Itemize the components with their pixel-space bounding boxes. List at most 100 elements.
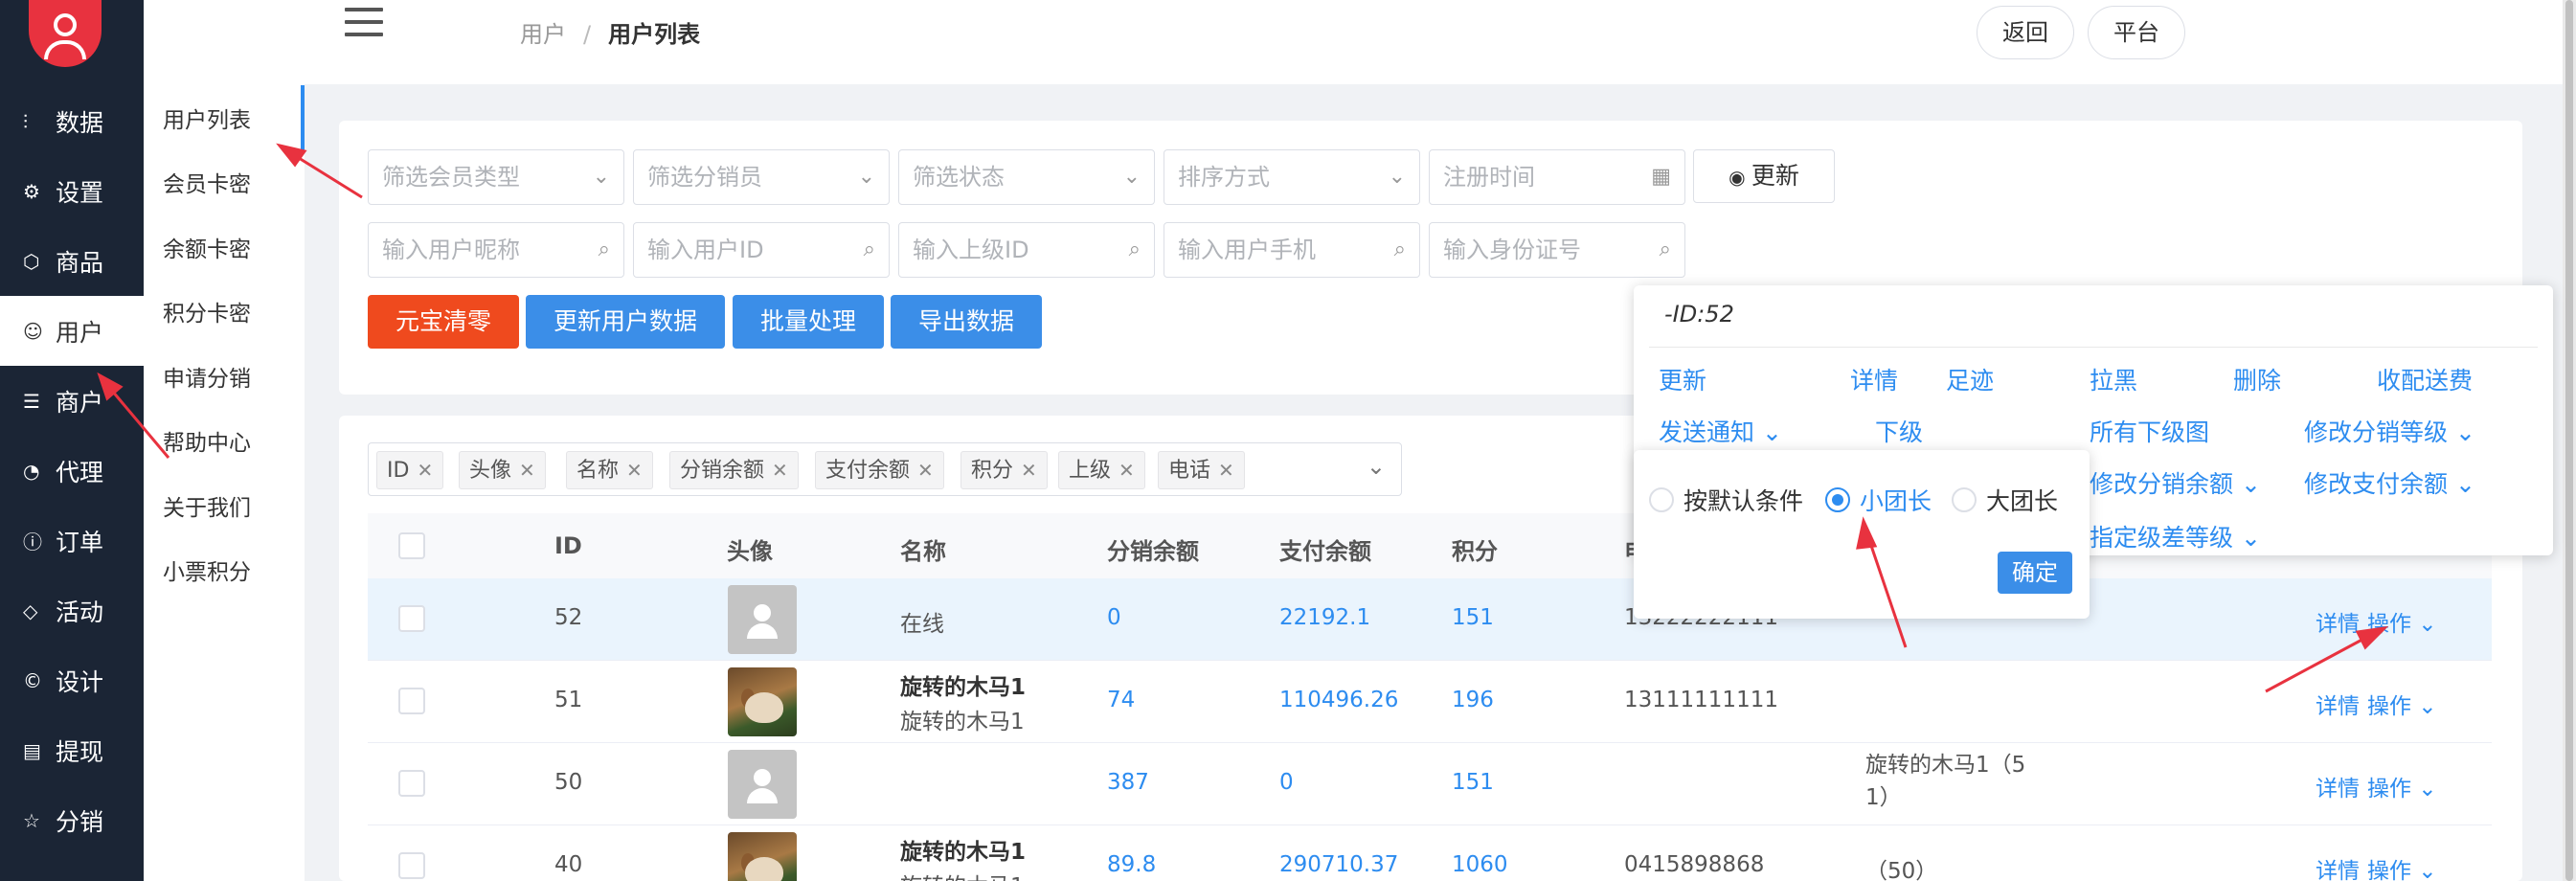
update-users-button[interactable]: 更新用户数据 [526, 295, 725, 349]
back-button[interactable]: 返回 [1977, 6, 2074, 59]
op-subordinate[interactable]: 下级 [1875, 414, 1923, 448]
subnav-balance-card[interactable]: 余额卡密 [144, 215, 305, 280]
menu-toggle-icon[interactable] [345, 8, 383, 36]
export-data-button[interactable]: 导出数据 [891, 295, 1042, 349]
breadcrumb-current: 用户列表 [608, 21, 701, 48]
cell-id: 52 [554, 605, 583, 630]
distributor-select[interactable]: 筛选分销员 ⌄ [633, 149, 890, 205]
cell-dist-balance[interactable]: 0 [1107, 605, 1121, 630]
cell-points[interactable]: 1060 [1452, 852, 1508, 877]
cell-pay-balance[interactable]: 110496.26 [1279, 688, 1398, 712]
sidebar-item-withdraw[interactable]: ▤ 提现 [0, 715, 144, 785]
column-tag[interactable]: 头像 ✕ [459, 451, 546, 489]
op-detail[interactable]: 详情 [1850, 362, 1898, 396]
op-all-sub-chart[interactable]: 所有下级图 [2090, 414, 2209, 448]
table-row[interactable]: 51 旋转的木马1 旋转的木马1 74 110496.26 196 131111… [368, 661, 2492, 743]
op-footprint[interactable]: 足迹 [1946, 362, 1994, 396]
row-checkbox[interactable] [398, 605, 425, 632]
column-tag[interactable]: 名称 ✕ [566, 451, 653, 489]
user-logo-icon[interactable] [29, 0, 102, 67]
sidebar-item-orders[interactable]: ⓘ 订单 [0, 506, 144, 576]
row-checkbox[interactable] [398, 852, 425, 879]
batch-process-button[interactable]: 批量处理 [733, 295, 884, 349]
cell-dist-balance[interactable]: 89.8 [1107, 852, 1156, 877]
sidebar-item-design[interactable]: © 设计 [0, 645, 144, 715]
row-operate-dropdown[interactable]: 操作 ⌄ [2367, 852, 2437, 881]
select-all-checkbox[interactable] [398, 532, 425, 559]
op-level-diff[interactable]: 指定级差等级 ⌄ [2090, 519, 2261, 553]
status-select[interactable]: 筛选状态 ⌄ [898, 149, 1155, 205]
op-update[interactable]: 更新 [1659, 362, 1706, 396]
cell-dist-balance[interactable]: 74 [1107, 688, 1135, 712]
sidebar-item-settings[interactable]: ⚙ 设置 [0, 156, 144, 226]
cell-points[interactable]: 196 [1452, 688, 1494, 712]
sort-select[interactable]: 排序方式 ⌄ [1164, 149, 1420, 205]
row-checkbox[interactable] [398, 688, 425, 714]
search-icon: ⌕ [598, 237, 610, 261]
row-operate-dropdown[interactable]: 操作 ⌄ [2367, 688, 2437, 720]
subnav-user-list[interactable]: 用户列表 [144, 85, 305, 150]
column-tag[interactable]: 电话 ✕ [1158, 451, 1245, 489]
cell-parent: （50） [1865, 859, 1938, 881]
idcard-input[interactable]: ⌕ [1429, 222, 1685, 278]
row-detail-link[interactable]: 详情 [2316, 770, 2360, 802]
subnav-receipt-points[interactable]: 小票积分 [144, 538, 305, 603]
row-detail-link[interactable]: 详情 [2316, 852, 2360, 881]
op-blacklist[interactable]: 拉黑 [2090, 362, 2137, 396]
sidebar-item-merchants[interactable]: ☰ 商户 [0, 366, 144, 436]
confirm-button[interactable]: 确定 [1998, 552, 2072, 594]
nickname-input[interactable]: ⌕ [368, 222, 624, 278]
sidebar-item-data[interactable]: ⫶ 数据 [0, 86, 144, 156]
table-row[interactable]: 52 在线 0 22192.1 151 13222222111 详情 操作 ⌄ [368, 578, 2492, 661]
radio-default-condition[interactable]: 按默认条件 [1649, 483, 1803, 517]
register-time-picker[interactable]: 注册时间 ▦ [1429, 149, 1685, 205]
column-tag[interactable]: 支付余额 ✕ [815, 451, 944, 489]
user-id-input[interactable]: ⌕ [633, 222, 890, 278]
cell-points[interactable]: 151 [1452, 605, 1494, 630]
chevron-down-icon[interactable]: ⌄ [1367, 453, 1386, 480]
cell-pay-balance[interactable]: 22192.1 [1279, 605, 1370, 630]
breadcrumb-parent[interactable]: 用户 [520, 21, 566, 48]
subnav-apply-distribution[interactable]: 申请分销 [144, 344, 305, 409]
phone-input[interactable]: ⌕ [1164, 222, 1420, 278]
sidebar-item-products[interactable]: ⬡ 商品 [0, 226, 144, 296]
row-operate-dropdown[interactable]: 操作 ⌄ [2367, 770, 2437, 802]
subnav-points-card[interactable]: 积分卡密 [144, 280, 305, 345]
platform-button[interactable]: 平台 [2088, 6, 2185, 59]
column-tag[interactable]: ID ✕ [376, 451, 444, 489]
column-tag[interactable]: 上级 ✕ [1058, 451, 1145, 489]
page-scrollbar[interactable] [2563, 0, 2576, 881]
sidebar-item-activities[interactable]: ◇ 活动 [0, 576, 144, 645]
radio-big-leader[interactable]: 大团长 [1952, 483, 2058, 517]
op-delivery-fee[interactable]: 收配送费 [2377, 362, 2473, 396]
sidebar-item-distribution[interactable]: ☆ 分销 [0, 785, 144, 855]
row-checkbox[interactable] [398, 770, 425, 797]
sidebar-item-users[interactable]: ☺ 用户 [0, 296, 144, 366]
row-detail-link[interactable]: 详情 [2316, 605, 2360, 638]
cell-points[interactable]: 151 [1452, 770, 1494, 795]
column-tag[interactable]: 积分 ✕ [960, 451, 1048, 489]
column-selector[interactable]: ID ✕ 头像 ✕ 名称 ✕ 分销余额 ✕ 支付余额 ✕ 积分 ✕ 上级 ✕ 电话 ✕ ⌄ [368, 442, 1402, 496]
op-modify-dist-balance[interactable]: 修改分销余额 ⌄ [2090, 465, 2261, 500]
table-row[interactable]: 50 387 0 151 旋转的木马1（5 1） 详情 操作 ⌄ [368, 743, 2492, 825]
column-tag[interactable]: 分销余额 ✕ [669, 451, 799, 489]
parent-id-input[interactable]: ⌕ [898, 222, 1155, 278]
subnav-about-us[interactable]: 关于我们 [144, 473, 305, 538]
op-send-notice[interactable]: 发送通知 ⌄ [1659, 414, 1782, 448]
sidebar-item-agents[interactable]: ◔ 代理 [0, 436, 144, 506]
cell-pay-balance[interactable]: 0 [1279, 770, 1294, 795]
op-modify-dist-level[interactable]: 修改分销等级 ⌄ [2304, 414, 2475, 448]
refresh-button[interactable]: ◉ 更新 [1693, 149, 1835, 203]
clear-yuanbao-button[interactable]: 元宝清零 [368, 295, 519, 349]
op-modify-pay-balance[interactable]: 修改支付余额 ⌄ [2304, 465, 2475, 500]
row-detail-link[interactable]: 详情 [2316, 688, 2360, 720]
member-type-select[interactable]: 筛选会员类型 ⌄ [368, 149, 624, 205]
row-operate-dropdown[interactable]: 操作 ⌄ [2367, 605, 2437, 638]
cell-pay-balance[interactable]: 290710.37 [1279, 852, 1398, 877]
subnav-member-card[interactable]: 会员卡密 [144, 150, 305, 215]
table-row[interactable]: 40 旋转的木马1 旋转的木马1 89.8 290710.37 1060 041… [368, 825, 2492, 881]
subnav-help-center[interactable]: 帮助中心 [144, 409, 305, 474]
op-delete[interactable]: 删除 [2233, 362, 2281, 396]
cell-dist-balance[interactable]: 387 [1107, 770, 1149, 795]
radio-small-leader[interactable]: 小团长 [1825, 483, 1932, 517]
